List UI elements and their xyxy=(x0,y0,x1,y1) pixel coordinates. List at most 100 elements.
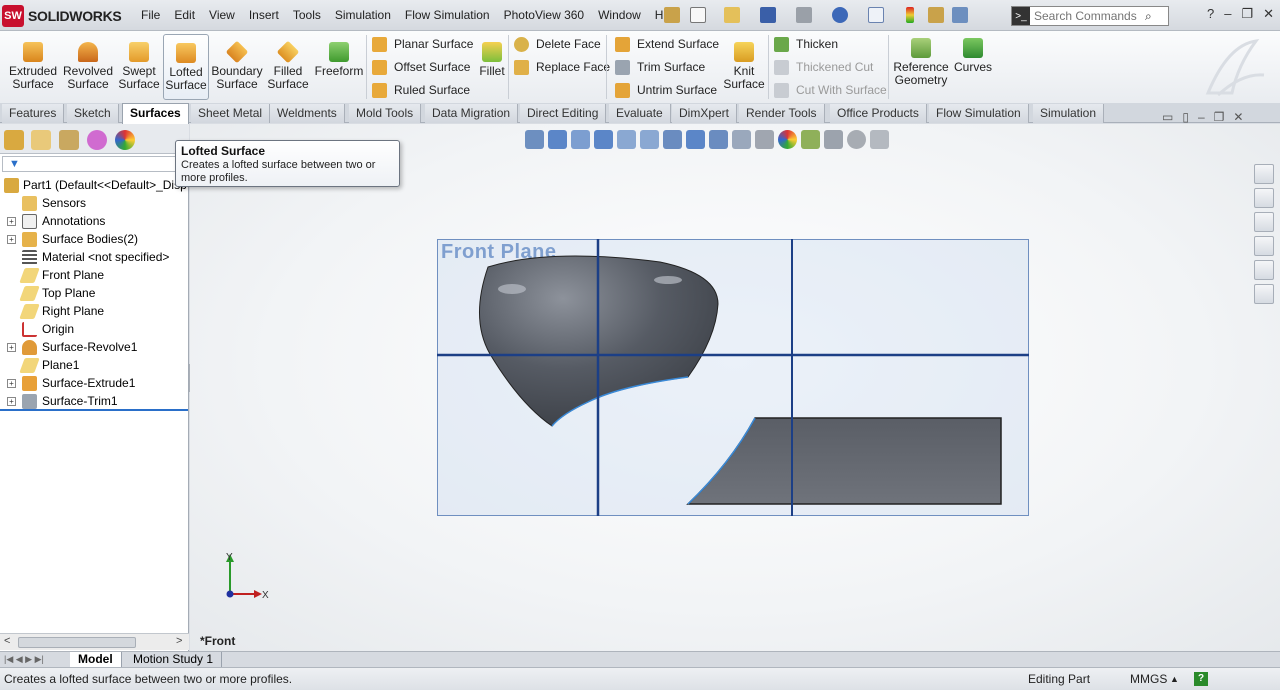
tab-render-tools[interactable]: Render Tools xyxy=(739,104,825,123)
tab-data-migration[interactable]: Data Migration xyxy=(425,104,519,123)
doc-restore-icon[interactable]: ❐ xyxy=(1214,110,1225,124)
new-document-icon[interactable] xyxy=(690,7,706,23)
boundary-surface-button[interactable]: Boundary Surface xyxy=(211,34,263,100)
file-properties-icon[interactable] xyxy=(928,7,944,23)
rollback-bar[interactable] xyxy=(0,409,188,411)
menu-photoview[interactable]: PhotoView 360 xyxy=(497,6,592,24)
tab-motion-study-1[interactable]: Motion Study 1 xyxy=(125,652,223,668)
tab-simulation[interactable]: Simulation xyxy=(1033,104,1105,123)
help-icon[interactable]: ? xyxy=(1207,6,1214,22)
tree-item-top-plane[interactable]: Top Plane xyxy=(0,284,189,302)
tree-item-surface-trim1[interactable]: + Surface-Trim1 xyxy=(0,392,189,410)
lofted-surface-button[interactable]: Lofted Surface xyxy=(163,34,209,100)
configuration-manager-tab-icon[interactable] xyxy=(59,130,79,150)
menu-tools[interactable]: Tools xyxy=(286,6,328,24)
tab-model[interactable]: Model xyxy=(70,652,122,668)
minimize-icon[interactable]: – xyxy=(1224,6,1231,22)
tab-evaluate[interactable]: Evaluate xyxy=(609,104,671,123)
units-up-arrow-icon[interactable]: ▲ xyxy=(1170,674,1179,684)
menu-edit[interactable]: Edit xyxy=(167,6,202,24)
print-icon[interactable] xyxy=(796,7,812,23)
tree-filter-input[interactable]: ▼ xyxy=(2,156,186,172)
tile-horizontal-icon[interactable]: ▭ xyxy=(1162,110,1173,124)
tree-item-surface-bodies[interactable]: + Surface Bodies(2) xyxy=(0,230,189,248)
tab-direct-editing[interactable]: Direct Editing xyxy=(520,104,607,123)
rebuild-traffic-light-icon[interactable] xyxy=(906,7,914,23)
menu-view[interactable]: View xyxy=(202,6,242,24)
offset-surface-button[interactable]: Offset Surface xyxy=(372,57,470,77)
tab-office-products[interactable]: Office Products xyxy=(830,104,927,123)
menu-window[interactable]: Window xyxy=(591,6,648,24)
property-manager-tab-icon[interactable] xyxy=(31,130,51,150)
filled-surface-button[interactable]: Filled Surface xyxy=(265,34,311,100)
tree-item-annotations[interactable]: + Annotations xyxy=(0,212,189,230)
tab-dimxpert[interactable]: DimXpert xyxy=(672,104,738,123)
replace-face-button[interactable]: Replace Face xyxy=(514,57,610,77)
untrim-surface-button[interactable]: Untrim Surface xyxy=(615,80,717,100)
tree-item-material[interactable]: Material <not specified> xyxy=(0,248,189,266)
open-folder-icon[interactable] xyxy=(724,7,740,23)
cut-with-surface-button[interactable]: Cut With Surface xyxy=(774,80,887,100)
swept-surface-button[interactable]: Swept Surface xyxy=(116,34,162,100)
extruded-surface-button[interactable]: Extruded Surface xyxy=(6,34,60,100)
search-input[interactable] xyxy=(1030,9,1145,23)
menu-insert[interactable]: Insert xyxy=(242,6,286,24)
freeform-button[interactable]: Freeform xyxy=(313,34,365,100)
ruled-surface-button[interactable]: Ruled Surface xyxy=(372,80,470,100)
expand-icon[interactable]: + xyxy=(7,378,16,388)
reference-geometry-button[interactable]: Reference Geometry xyxy=(893,34,949,100)
tree-item-right-plane[interactable]: Right Plane xyxy=(0,302,189,320)
trim-surface-button[interactable]: Trim Surface xyxy=(615,57,705,77)
scroll-thumb[interactable] xyxy=(18,637,136,648)
knit-surface-button[interactable]: Knit Surface xyxy=(722,34,766,100)
tree-item-plane1[interactable]: Plane1 xyxy=(0,356,189,374)
save-icon[interactable] xyxy=(760,7,776,23)
undo-icon[interactable] xyxy=(832,7,848,23)
expand-icon[interactable]: + xyxy=(7,216,16,226)
tree-item-part1[interactable]: Part1 (Default<<Default>_Disp xyxy=(0,176,189,194)
select-arrow-icon[interactable] xyxy=(868,7,884,23)
tab-mold-tools[interactable]: Mold Tools xyxy=(349,104,422,123)
search-icon[interactable]: ⌕ xyxy=(1145,9,1152,24)
tab-nav-arrows-icon[interactable]: |◀ ◀ ▶ ▶| xyxy=(4,654,44,665)
extend-surface-button[interactable]: Extend Surface xyxy=(615,34,719,54)
scroll-right-icon[interactable]: > xyxy=(176,635,182,647)
thicken-button[interactable]: Thicken xyxy=(774,34,838,54)
expand-icon[interactable]: + xyxy=(7,342,16,352)
planar-surface-button[interactable]: Planar Surface xyxy=(372,34,473,54)
tree-item-surface-revolve1[interactable]: + Surface-Revolve1 xyxy=(0,338,189,356)
tab-sheet-metal[interactable]: Sheet Metal xyxy=(191,104,271,123)
fillet-button[interactable]: Fillet xyxy=(476,34,508,100)
menu-simulation[interactable]: Simulation xyxy=(328,6,398,24)
quick-tips-help-icon[interactable]: ? xyxy=(1194,672,1208,686)
tree-item-front-plane[interactable]: Front Plane xyxy=(0,266,189,284)
surface-model[interactable] xyxy=(190,124,1280,651)
display-manager-tab-icon[interactable] xyxy=(115,130,135,150)
units-selector[interactable]: MMGS xyxy=(1130,672,1167,686)
options-icon[interactable] xyxy=(952,7,968,23)
tab-features[interactable]: Features xyxy=(2,104,65,123)
restore-icon[interactable]: ❐ xyxy=(1241,6,1253,22)
pin-icon[interactable] xyxy=(664,7,680,23)
doc-close-icon[interactable]: ✕ xyxy=(1233,110,1243,124)
tab-surfaces[interactable]: Surfaces xyxy=(122,103,189,124)
doc-minimize-icon[interactable]: – xyxy=(1198,110,1205,124)
delete-face-button[interactable]: Delete Face xyxy=(514,34,601,54)
thickened-cut-button[interactable]: Thickened Cut xyxy=(774,57,873,77)
expand-icon[interactable]: + xyxy=(7,234,16,244)
graphics-area[interactable]: Front Plane Y X *Front xyxy=(190,124,1280,651)
close-icon[interactable]: ✕ xyxy=(1263,6,1274,22)
expand-icon[interactable]: + xyxy=(7,396,16,406)
scroll-left-icon[interactable]: < xyxy=(4,635,10,647)
tree-item-sensors[interactable]: Sensors xyxy=(0,194,189,212)
search-commands[interactable]: >_ ⌕ xyxy=(1011,6,1169,26)
dimxpert-manager-tab-icon[interactable] xyxy=(87,130,107,150)
feature-manager-tab-icon[interactable] xyxy=(4,130,24,150)
tab-sketch[interactable]: Sketch xyxy=(67,104,119,123)
curves-button[interactable]: Curves xyxy=(953,34,993,100)
tree-horizontal-scrollbar[interactable]: < > xyxy=(0,633,189,650)
revolved-surface-button[interactable]: Revolved Surface xyxy=(62,34,114,100)
tab-weldments[interactable]: Weldments xyxy=(270,104,345,123)
tab-flow-simulation[interactable]: Flow Simulation xyxy=(929,104,1029,123)
tile-vertical-icon[interactable]: ▯ xyxy=(1182,110,1189,124)
